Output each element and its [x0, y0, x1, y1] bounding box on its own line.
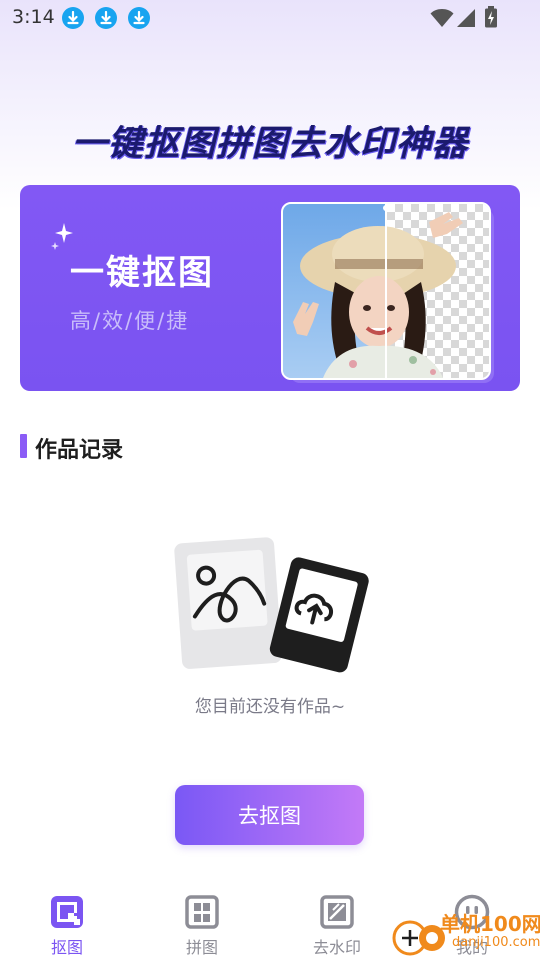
battery-icon — [485, 6, 497, 28]
go-cutout-button[interactable]: 去抠图 — [175, 785, 364, 845]
watermark-remove-icon — [320, 895, 354, 929]
cutout-icon — [51, 896, 83, 928]
site-watermark: 单机100网 danji100.com — [390, 908, 540, 960]
tab-remove-watermark[interactable]: 去水印 — [287, 890, 387, 960]
download-notification-icon — [128, 7, 150, 29]
section-title: 作品记录 — [35, 438, 124, 463]
tab-label: 抠图 — [50, 938, 83, 957]
watermark-url: danji100.com — [452, 935, 540, 950]
download-notification-icon — [62, 7, 84, 29]
empty-photos-illustration — [174, 537, 369, 673]
wifi-icon — [430, 9, 454, 27]
before-after-photo — [281, 202, 491, 380]
collage-icon — [185, 895, 219, 929]
status-bar: 3:14 — [0, 0, 540, 36]
app-headline: 一键抠图拼图去水印神器 — [71, 124, 468, 164]
download-notification-icon — [95, 7, 117, 29]
cell-signal-icon — [457, 9, 475, 27]
cutout-banner[interactable]: 一键抠图 高/效/便/捷 — [20, 185, 520, 391]
tab-label: 去水印 — [312, 938, 361, 957]
watermark-title: 单机100网 — [440, 912, 540, 936]
tab-label: 拼图 — [185, 938, 218, 957]
empty-state-message: 您目前还没有作品~ — [194, 697, 346, 717]
status-time: 3:14 — [12, 6, 55, 28]
section-accent-bar — [20, 434, 27, 458]
tab-cutout[interactable]: 抠图 — [17, 890, 117, 960]
banner-subtitle: 高/效/便/捷 — [70, 309, 190, 333]
banner-title: 一键抠图 — [70, 253, 214, 293]
tab-collage[interactable]: 拼图 — [152, 890, 252, 960]
